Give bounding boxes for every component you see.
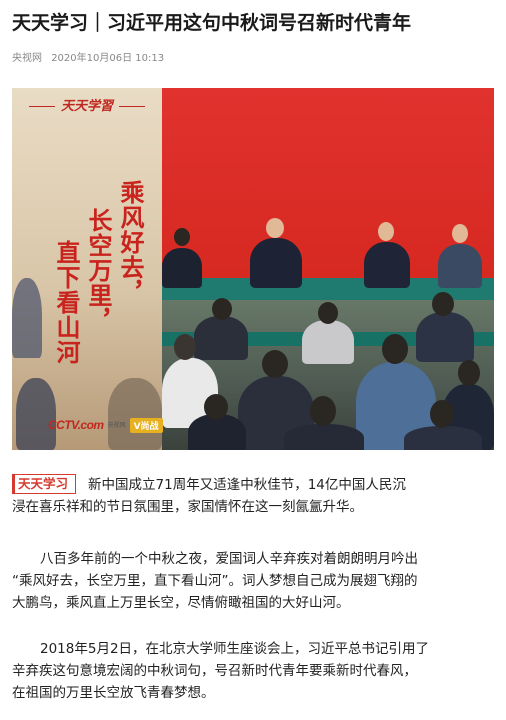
paragraph-line: 天天学习 新中国成立71周年又适逢中秋佳节，14亿中国人民沉: [12, 474, 496, 496]
calligraphy-column-2: 长空万里，: [84, 208, 113, 333]
cctv-logo: CCTV.com 央视网 V尚战: [48, 416, 163, 434]
audience-head: [262, 350, 288, 378]
stage-figure-head: [174, 228, 190, 246]
paragraph-1-line-1: 新中国成立71周年又适逢中秋佳节，14亿中国人民沉: [88, 477, 406, 493]
audience-head: [174, 334, 196, 360]
hero-image: 天天学習 乘风好去， 长空万里， 直下看山河 CCTV.com 央视网 V尚战: [12, 88, 494, 450]
article-title: 天天学习｜习近平用这句中秋词号召新时代青年: [12, 12, 412, 34]
audience-figure: [404, 426, 482, 450]
audience-figure: [284, 424, 364, 450]
stage-figure: [162, 248, 202, 288]
audience-head: [432, 292, 454, 316]
daily-study-tag[interactable]: 天天学习: [12, 474, 77, 494]
paragraph-3-line-2: 辛弃疾这句意境宏阔的中秋词句，号召新时代青年要乘新时代春风，: [12, 663, 417, 679]
stage-figure: [250, 238, 302, 288]
audience-figure: [302, 320, 354, 364]
audience-figure: [416, 312, 474, 362]
paragraph-2-line-1: 八百多年前的一个中秋之夜，爱国词人辛弃疾对着朗朗明月吟出: [40, 551, 418, 567]
cctv-logo-text: CCTV.com: [48, 418, 104, 432]
paragraph-2-line-2: “乘风好去，长空万里，直下看山河”。词人梦想自己成为展翅飞翔的: [12, 573, 418, 589]
stage-figure-face: [378, 222, 394, 241]
stage-figure: [364, 242, 410, 288]
paragraph-2-line-3: 大鹏鸟，乘风直上万里长空，尽情俯瞰祖国的大好山河。: [12, 595, 350, 611]
v-badge: V尚战: [129, 417, 163, 433]
paragraph-1-line-2: 浸在喜乐祥和的节日氛围里，家国情怀在这一刻氤氲升华。: [12, 499, 363, 515]
stage-figure-face: [452, 224, 468, 243]
stage-figure: [438, 244, 482, 288]
audience-head: [318, 302, 338, 324]
article-meta: 央视网 2020年10月06日 10:13: [12, 52, 170, 66]
paragraph-1: 天天学习 新中国成立71周年又适逢中秋佳节，14亿中国人民沉 浸在喜乐祥和的节日氛…: [12, 474, 496, 518]
audience-head: [310, 396, 336, 426]
article-source[interactable]: 央视网: [12, 53, 42, 64]
calligraphy-column-1: 乘风好去，: [116, 180, 145, 305]
audience-head: [204, 394, 228, 420]
paragraph-2: 八百多年前的一个中秋之夜，爱国词人辛弃疾对着朗朗明月吟出 “乘风好去，长空万里，…: [12, 548, 496, 614]
cctv-logo-sub: 央视网: [107, 421, 126, 429]
paragraph-3-line-1: 2018年5月2日，在北京大学师生座谈会上，习近平总书记引用了: [40, 641, 430, 657]
audience-head: [458, 360, 480, 386]
audience-figure: [194, 316, 248, 360]
audience-head: [212, 298, 232, 320]
stage-figure-face: [266, 218, 284, 238]
audience-head: [430, 400, 454, 428]
calligraphy-column-3: 直下看山河: [52, 240, 81, 365]
paragraph-3: 2018年5月2日，在北京大学师生座谈会上，习近平总书记引用了 辛弃疾这句意境宏…: [12, 638, 496, 704]
audience-head: [382, 334, 408, 364]
article-datetime: 2020年10月06日 10:13: [51, 53, 165, 64]
left-panel-figure: [12, 278, 42, 358]
paragraph-3-line-3: 在祖国的万里长空放飞青春梦想。: [12, 685, 215, 701]
hero-brand-text: 天天学習: [12, 98, 162, 116]
left-panel-figure: [16, 378, 56, 450]
left-panel-figure: [108, 378, 162, 450]
